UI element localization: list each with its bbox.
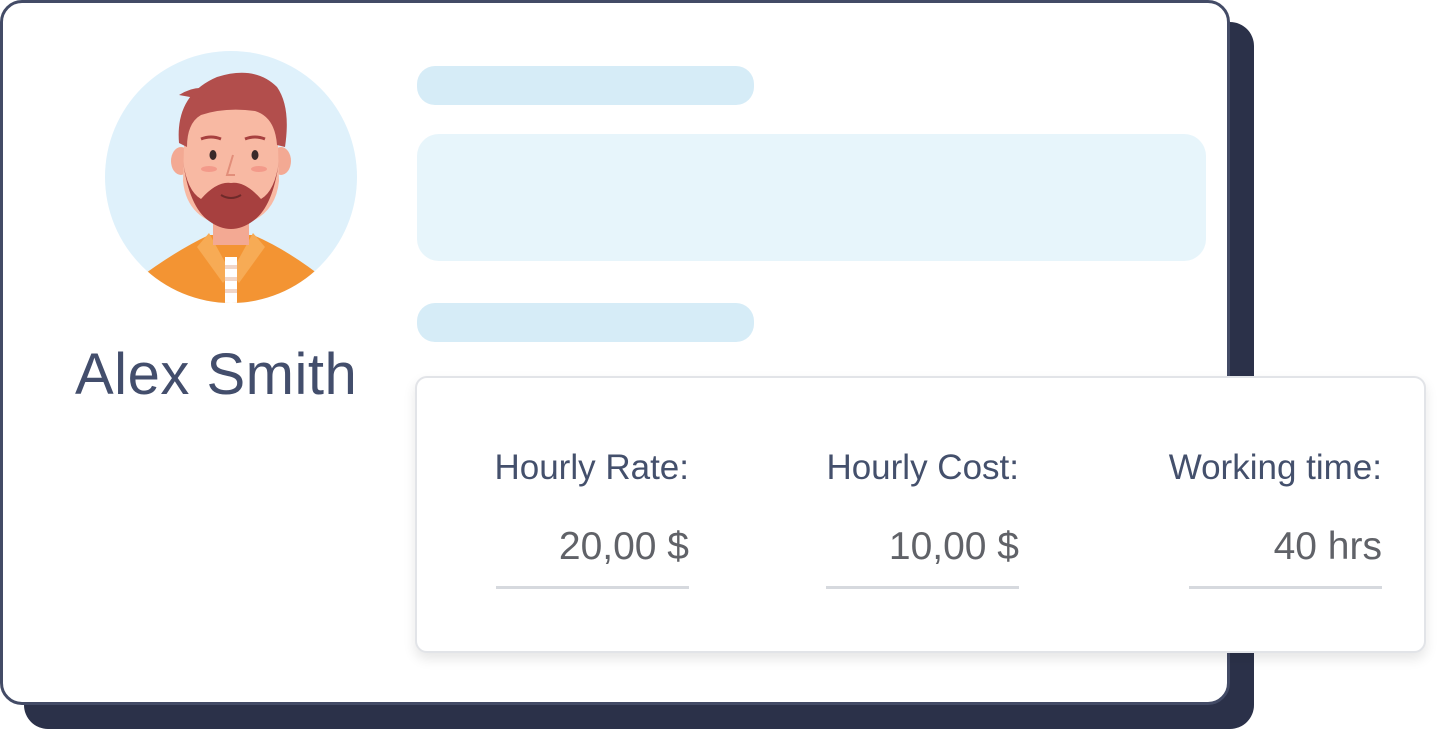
bearded-man-avatar-icon [105, 51, 357, 303]
placeholder-line-1 [417, 66, 754, 105]
working-time-value[interactable]: 40 hrs [1274, 525, 1382, 569]
hourly-rate-underline [496, 586, 689, 589]
hourly-rate-value[interactable]: 20,00 $ [559, 525, 689, 569]
placeholder-line-2 [417, 303, 754, 342]
hourly-rate-label: Hourly Rate: [494, 448, 689, 487]
working-time-underline [1189, 586, 1382, 589]
hourly-cost-value[interactable]: 10,00 $ [889, 525, 1019, 569]
rates-panel: Hourly Rate: 20,00 $ Hourly Cost: 10,00 … [415, 376, 1426, 653]
hourly-cost-underline [826, 586, 1019, 589]
placeholder-block [417, 134, 1206, 261]
user-name: Alex Smith [75, 342, 358, 407]
avatar [105, 51, 357, 303]
hourly-cost-label: Hourly Cost: [826, 448, 1019, 487]
working-time-label: Working time: [1168, 448, 1382, 487]
